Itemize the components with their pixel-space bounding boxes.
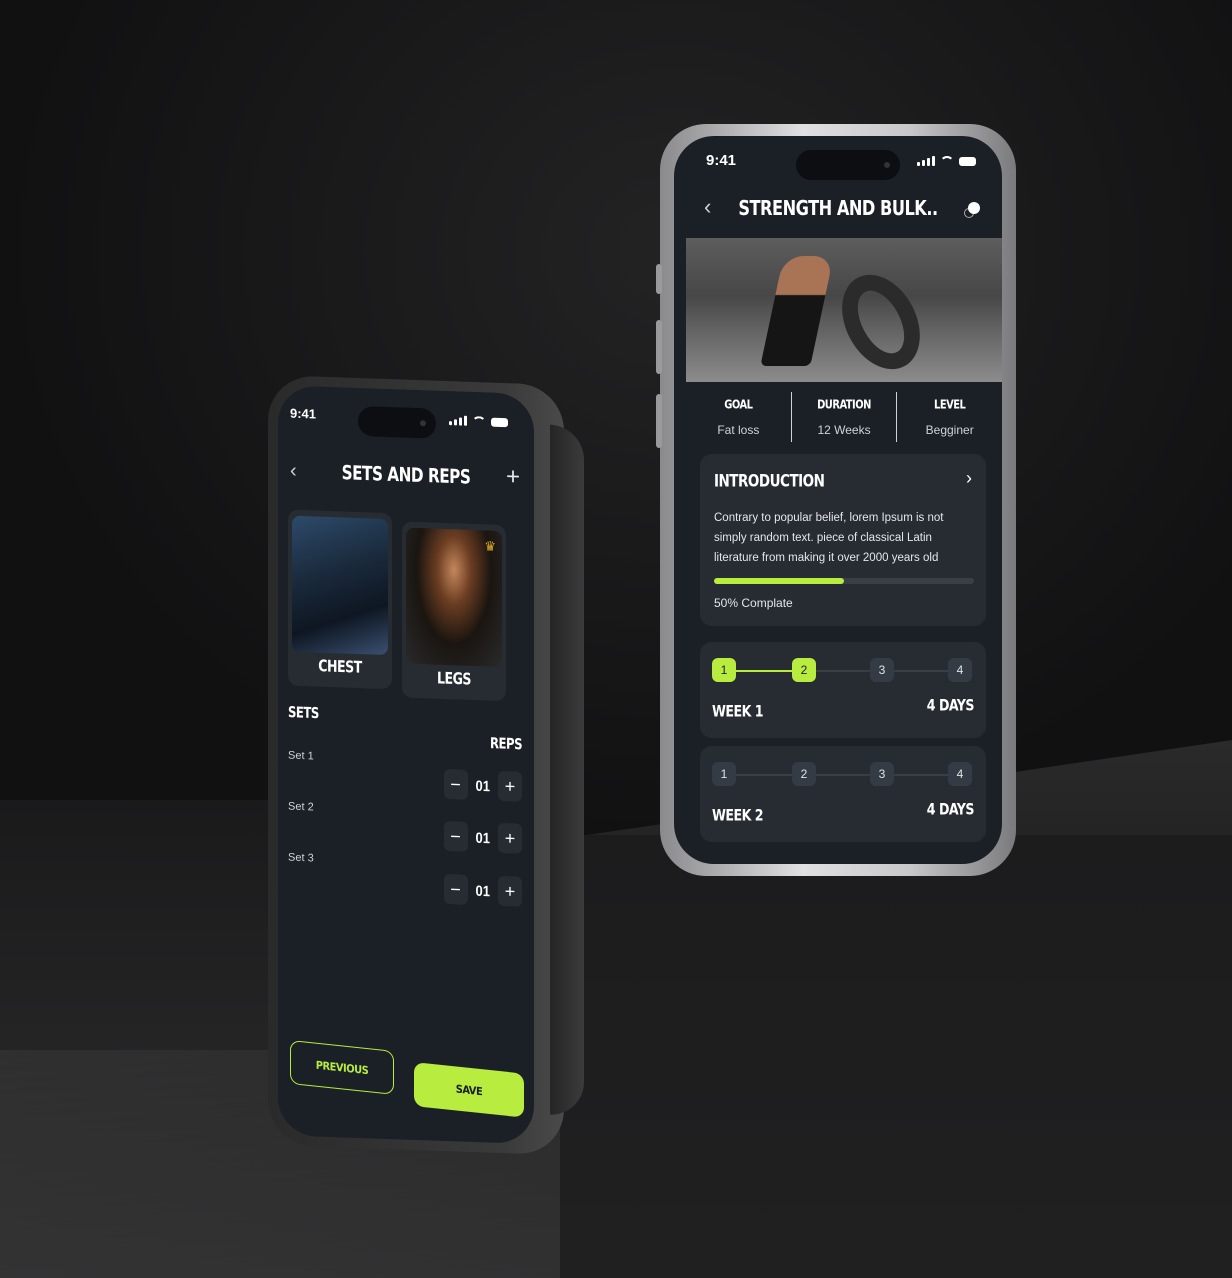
- chest-workout-image: [292, 515, 388, 656]
- tire-figure: [826, 261, 936, 383]
- phone-volume-up: [656, 320, 662, 374]
- share-icon[interactable]: [964, 202, 980, 218]
- stat-duration: DURATION 12 Weeks: [790, 392, 897, 442]
- intro-title: INTRODUCTION: [714, 470, 825, 492]
- status-time: 9:41: [706, 152, 737, 169]
- pedestal-face: [560, 835, 1232, 1278]
- week-label: WEEK 2: [712, 806, 764, 826]
- chevron-right-icon[interactable]: ›: [966, 468, 972, 489]
- screen: 9:41 ‹ SETS AND REPS + CHEST ♛ LEGS SETS…: [278, 385, 534, 1145]
- day-step[interactable]: 2: [792, 762, 816, 786]
- stat-value: Fat loss: [717, 423, 760, 437]
- program-stats: GOAL Fat loss DURATION 12 Weeks LEVEL Be…: [686, 392, 1002, 442]
- reps-value: 01: [475, 881, 490, 900]
- reps-value: 01: [475, 828, 490, 847]
- stat-key: LEVEL: [934, 397, 966, 412]
- phone-mute-switch: [656, 264, 662, 294]
- athlete-figure: [760, 256, 834, 366]
- phone-sets-and-reps: 9:41 ‹ SETS AND REPS + CHEST ♛ LEGS SETS…: [268, 374, 584, 1156]
- system-icons: [449, 415, 508, 428]
- signal-icon: [449, 415, 467, 426]
- battery-icon: [491, 417, 508, 428]
- category-label: LEGS: [436, 669, 472, 690]
- day-step[interactable]: 3: [870, 762, 894, 786]
- reps-stepper: − 01 +: [443, 768, 522, 802]
- minus-button[interactable]: −: [443, 820, 468, 852]
- status-bar: 9:41: [674, 136, 1002, 186]
- sets-heading: SETS: [288, 704, 319, 723]
- day-step[interactable]: 1: [712, 762, 736, 786]
- page-title: SETS AND REPS: [341, 461, 471, 490]
- day-step[interactable]: 4: [948, 658, 972, 682]
- week-days: 4 DAYS: [926, 800, 975, 820]
- phone-side-frame: [550, 424, 584, 1116]
- signal-icon: [917, 156, 935, 166]
- reps-value: 01: [475, 776, 490, 795]
- week-track: [726, 670, 960, 672]
- plus-button[interactable]: +: [498, 875, 522, 907]
- day-step[interactable]: 3: [870, 658, 894, 682]
- stat-value: 12 Weeks: [817, 423, 871, 437]
- system-icons: [917, 156, 976, 166]
- week-track: [726, 774, 960, 776]
- stat-goal: GOAL Fat loss: [686, 392, 791, 442]
- save-button[interactable]: SAVE: [414, 1062, 524, 1118]
- week-card-1[interactable]: 1 2 3 4 WEEK 1 4 DAYS: [700, 642, 986, 738]
- phone-volume-down: [656, 394, 662, 448]
- stat-key: DURATION: [817, 397, 871, 412]
- set-label: Set 3: [288, 851, 314, 865]
- progress-fill: [714, 578, 844, 584]
- plus-button[interactable]: +: [498, 770, 522, 802]
- wifi-icon: [940, 156, 954, 166]
- crown-icon: ♛: [484, 538, 496, 554]
- hero-image-tire-flip: [686, 238, 1002, 383]
- intro-text: Contrary to popular belief, lorem Ipsum …: [714, 512, 944, 564]
- add-icon[interactable]: +: [506, 463, 520, 491]
- legs-workout-image: ♛: [406, 527, 502, 668]
- week-days: 4 DAYS: [926, 696, 975, 716]
- week-label: WEEK 1: [712, 702, 764, 722]
- progress-bar: [714, 578, 974, 584]
- minus-button[interactable]: −: [443, 873, 468, 905]
- stat-value: Begginer: [925, 423, 974, 437]
- battery-icon: [959, 157, 976, 166]
- set-label: Set 1: [288, 749, 314, 763]
- set-label: Set 2: [288, 800, 314, 814]
- reps-heading: REPS: [490, 735, 522, 754]
- phone-workout-plan: 9:41 ‹ STRENGTH AND BULK.. GOAL Fat loss…: [656, 124, 1016, 876]
- reps-stepper: − 01 +: [443, 820, 522, 854]
- category-card-legs[interactable]: ♛ LEGS: [402, 521, 506, 702]
- previous-button[interactable]: PREVIOUS: [290, 1039, 394, 1095]
- page-title: STRENGTH AND BULK..: [738, 196, 938, 221]
- category-label: CHEST: [318, 657, 362, 678]
- progress-label: 50% Complate: [714, 596, 793, 610]
- day-step[interactable]: 1: [712, 658, 736, 682]
- plus-button[interactable]: +: [498, 822, 522, 854]
- minus-button[interactable]: −: [443, 768, 468, 800]
- day-step[interactable]: 2: [792, 658, 816, 682]
- day-step[interactable]: 4: [948, 762, 972, 786]
- status-bar: 9:41: [278, 385, 534, 444]
- introduction-card[interactable]: INTRODUCTION › Contrary to popular belie…: [700, 454, 986, 626]
- reps-stepper: − 01 +: [443, 873, 522, 907]
- dynamic-island: [796, 150, 900, 180]
- backdrop-wall: [0, 0, 1232, 840]
- week-card-2[interactable]: 1 2 3 4 WEEK 2 4 DAYS: [700, 746, 986, 842]
- category-card-chest[interactable]: CHEST: [288, 509, 392, 690]
- stat-key: GOAL: [724, 397, 753, 412]
- dynamic-island: [358, 405, 436, 439]
- stat-level: LEVEL Begginer: [896, 392, 1002, 442]
- screen: 9:41 ‹ STRENGTH AND BULK.. GOAL Fat loss…: [674, 136, 1002, 864]
- wifi-icon: [472, 415, 486, 427]
- status-time: 9:41: [290, 405, 317, 422]
